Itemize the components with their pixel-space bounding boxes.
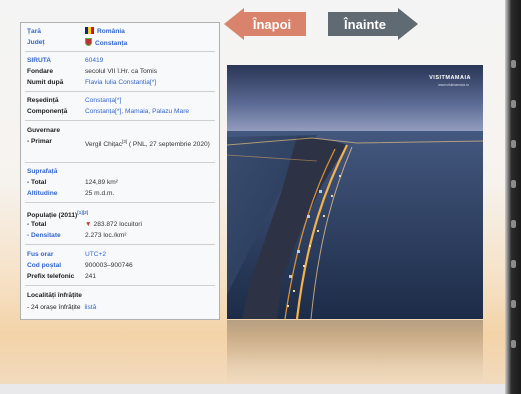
bottom-band: [0, 384, 505, 394]
infobox-row-judet: Județ Constanța: [27, 38, 215, 48]
populatie-heading-text: Populație (2011): [27, 212, 78, 220]
infobox-row-densitate: - Densitate 2.273 loc./km²: [27, 231, 215, 240]
slide-edge: [505, 0, 521, 394]
photo-brand: VISITMAMAIA: [429, 75, 471, 81]
judet-label[interactable]: Județ: [27, 38, 85, 48]
photo-brand-subtitle: www.visitmamaia.ro: [438, 83, 469, 87]
infobox-row-siruta: SIRUTA 60419: [27, 56, 215, 65]
componenta-value[interactable]: Constanța[*], Mamaia, Palazu Mare: [85, 107, 215, 116]
guvernare-heading: Guvernare: [27, 127, 60, 134]
coat-of-arms-icon: [85, 38, 92, 46]
populatie-total-value: 283.872 locuitori: [93, 221, 142, 228]
infobox-row-componenta: Componență Constanța[*], Mamaia, Palazu …: [27, 107, 215, 116]
aerial-city-photo: VISITMAMAIA www.visitmamaia.ro: [227, 65, 483, 319]
cod-postal-label[interactable]: Cod poștal: [27, 261, 85, 270]
siruta-label[interactable]: SIRUTA: [27, 56, 85, 65]
photo-reflection: [227, 320, 483, 384]
infobox-row-resedinta: Reședință Constanța[*]: [27, 96, 215, 105]
left-arrow-icon: [224, 8, 244, 40]
fus-orar-value[interactable]: UTC+2: [85, 250, 215, 259]
primar-detail: ( PNL, 27 septembrie 2020): [128, 141, 210, 149]
decrease-triangle-icon: ▼: [85, 221, 92, 228]
prefix-label: Prefix telefonic: [27, 273, 75, 280]
infobox-row-numit-dupa: Numit după Flavia Iulia Constantia[*]: [27, 78, 215, 87]
infobox-row-altitudine: Altitudine 25 m.d.m.: [27, 189, 215, 198]
componenta-label: Componență: [27, 108, 68, 115]
infobox-row-fus-orar: Fus orar UTC+2: [27, 250, 215, 259]
numit-dupa-label: Numit după: [27, 79, 64, 86]
populatie-heading: Populație (2011)[1][2]: [27, 208, 88, 220]
infobox-row-tara: Țară România: [27, 27, 215, 36]
forward-button-label: Înainte: [344, 16, 386, 32]
populatie-ref[interactable]: [1][2]: [77, 210, 88, 215]
suprafata-total-label: - Total: [27, 179, 47, 186]
resedinta-label: Reședință: [27, 97, 59, 104]
infobox-row-prefix: Prefix telefonic 241: [27, 272, 215, 281]
infobox-row-primar: - Primar Vergil Chițac[3] ( PNL, 27 sept…: [27, 137, 215, 149]
fondare-label: Fondare: [27, 68, 54, 75]
cod-postal-value: 900003–900746: [85, 262, 133, 269]
back-button[interactable]: Înapoi: [224, 8, 306, 40]
resedinta-value[interactable]: Constanța[*]: [85, 96, 215, 105]
altitudine-value: 25 m.d.m.: [85, 190, 115, 197]
primar-value[interactable]: Vergil Chițac: [85, 141, 122, 148]
suprafata-total-value: 124,89 km²: [85, 179, 118, 186]
populatie-total-label: - Total: [27, 221, 47, 228]
fus-orar-label[interactable]: Fus orar: [27, 250, 85, 259]
tara-label[interactable]: Țară: [27, 27, 85, 36]
numit-dupa-value[interactable]: Flavia Iulia Constantia[*]: [85, 78, 215, 87]
suprafata-heading[interactable]: Suprafață: [27, 167, 57, 176]
aerial-city-night-photo-icon: [227, 65, 483, 319]
wiki-infobox: Țară România Județ Constanța SIRUTA 6041…: [20, 22, 220, 320]
prefix-value: 241: [85, 273, 97, 280]
infratite-value[interactable]: listă: [85, 303, 215, 312]
infobox-row-fondare: Fondare secolul VII î.Hr. ca Tomis: [27, 67, 215, 76]
siruta-value[interactable]: 60419: [85, 56, 215, 65]
right-arrow-icon: [398, 8, 418, 40]
infratite-label: - 24 orașe înfrățite: [27, 304, 81, 311]
densitate-label[interactable]: - Densitate: [27, 231, 85, 240]
altitudine-label[interactable]: Altitudine: [27, 189, 85, 198]
infobox-row-infratite: - 24 orașe înfrățite listă: [27, 303, 215, 312]
infobox-row-populatie-total: - Total ▼ 283.872 locuitori: [27, 220, 215, 229]
fondare-value: secolul VII î.Hr. ca Tomis: [85, 68, 158, 75]
back-button-label: Înapoi: [252, 16, 292, 32]
tara-value[interactable]: România: [97, 28, 125, 35]
primar-label: - Primar: [27, 138, 52, 145]
infobox-row-suprafata-total: - Total 124,89 km²: [27, 178, 215, 187]
densitate-value: 2.273 loc./km²: [85, 232, 127, 239]
romania-flag-icon: [85, 27, 94, 34]
primar-ref[interactable]: [3]: [122, 139, 127, 144]
judet-value[interactable]: Constanța: [95, 40, 127, 47]
infratite-heading: Localități înfrățite: [27, 292, 82, 299]
forward-button[interactable]: Înainte: [328, 8, 418, 40]
infobox-row-cod-postal: Cod poștal 900003–900746: [27, 261, 215, 270]
